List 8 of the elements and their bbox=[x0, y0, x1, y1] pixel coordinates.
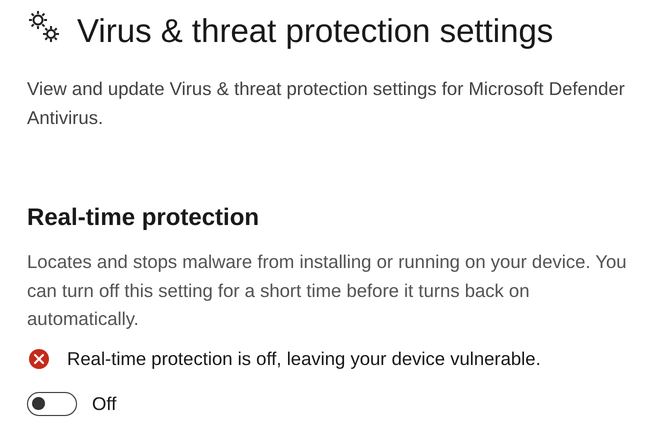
section-description: Locates and stops malware from installing or running on your device. You can turn off this setting for a short time before it turns back on automatically. bbox=[27, 250, 627, 331]
toggle-label: Off bbox=[92, 392, 116, 414]
section-title: Real-time protection bbox=[27, 203, 260, 233]
page-title: Virus & threat protection settings bbox=[77, 11, 554, 51]
alert-message: Real-time protection is off, leaving your device vulnerable. bbox=[67, 348, 541, 370]
error-icon bbox=[28, 348, 50, 370]
toggle-switch[interactable] bbox=[27, 392, 77, 416]
page-description: View and update Virus & threat protection settings for Microsoft Defender Antivirus. bbox=[27, 77, 626, 130]
